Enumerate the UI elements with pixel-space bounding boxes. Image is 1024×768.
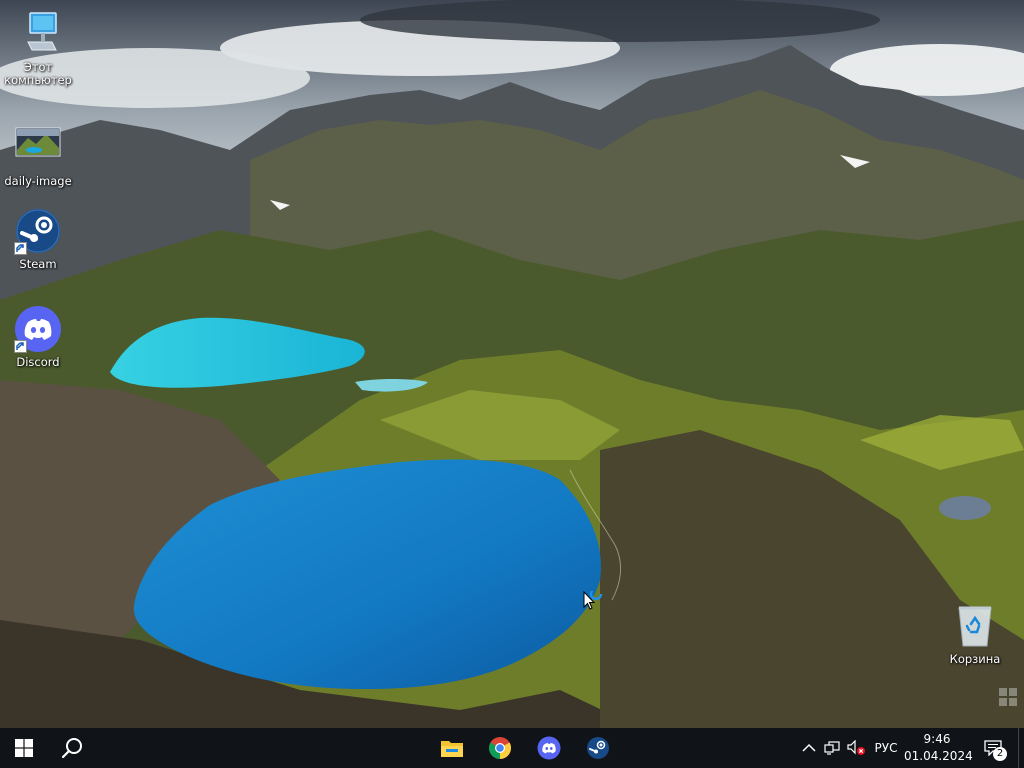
desktop-icon-recycle-bin[interactable]: Корзина	[937, 602, 1013, 666]
taskbar-file-explorer[interactable]	[428, 728, 476, 768]
input-language-button[interactable]: РУС	[870, 728, 902, 768]
search-button[interactable]	[48, 728, 96, 768]
image-file-icon	[14, 124, 62, 172]
desktop-wallpaper	[0, 0, 1024, 728]
discord-icon	[537, 736, 561, 760]
steam-icon	[14, 207, 62, 255]
tray-overflow-button[interactable]	[798, 728, 820, 768]
start-button[interactable]	[0, 728, 48, 768]
taskbar-chrome[interactable]	[476, 728, 524, 768]
action-center-button[interactable]: 2	[978, 728, 1008, 768]
windows-start-icon	[15, 739, 33, 757]
shortcut-arrow-icon	[14, 242, 27, 255]
folder-icon	[441, 741, 463, 757]
desktop-icon-label: daily-image	[4, 174, 72, 188]
chrome-icon	[489, 737, 511, 759]
tray-volume-button[interactable]	[844, 728, 868, 768]
desktop-icon-discord[interactable]: Discord	[0, 305, 76, 369]
clock-time: 9:46	[923, 732, 951, 746]
activation-watermark-icon	[998, 687, 1018, 707]
steam-icon	[587, 737, 609, 759]
desktop-icon-steam[interactable]: Steam	[0, 207, 76, 271]
taskbar-discord[interactable]	[524, 728, 574, 768]
chevron-up-icon	[802, 743, 816, 752]
desktop-icon-label: Этот компьютер	[4, 60, 72, 87]
network-icon	[824, 741, 840, 755]
desktop-icon-this-pc[interactable]: Этот компьютер	[0, 10, 76, 87]
taskbar: РУС 9:46 01.04.2024 2	[0, 728, 1024, 768]
recycle-bin-icon	[951, 602, 999, 650]
show-desktop-button[interactable]	[1018, 728, 1024, 768]
discord-icon	[14, 305, 62, 353]
taskbar-steam[interactable]	[574, 728, 622, 768]
tray-network-button[interactable]	[821, 728, 843, 768]
input-language-indicator: РУС	[874, 741, 898, 755]
notifications-count-badge: 2	[993, 747, 1007, 761]
desktop-icon-label: Discord	[16, 355, 60, 369]
clock-button[interactable]: 9:46 01.04.2024	[904, 731, 973, 765]
shortcut-arrow-icon	[14, 340, 27, 353]
desktop-icon-label: Steam	[19, 257, 57, 271]
desktop-icon-label: Корзина	[949, 652, 1001, 666]
search-icon	[61, 738, 82, 759]
computer-icon	[14, 10, 62, 58]
clock-date: 01.04.2024	[904, 749, 973, 763]
volume-muted-icon	[847, 740, 865, 755]
desktop-icon-daily-image[interactable]: daily-image	[0, 124, 76, 188]
